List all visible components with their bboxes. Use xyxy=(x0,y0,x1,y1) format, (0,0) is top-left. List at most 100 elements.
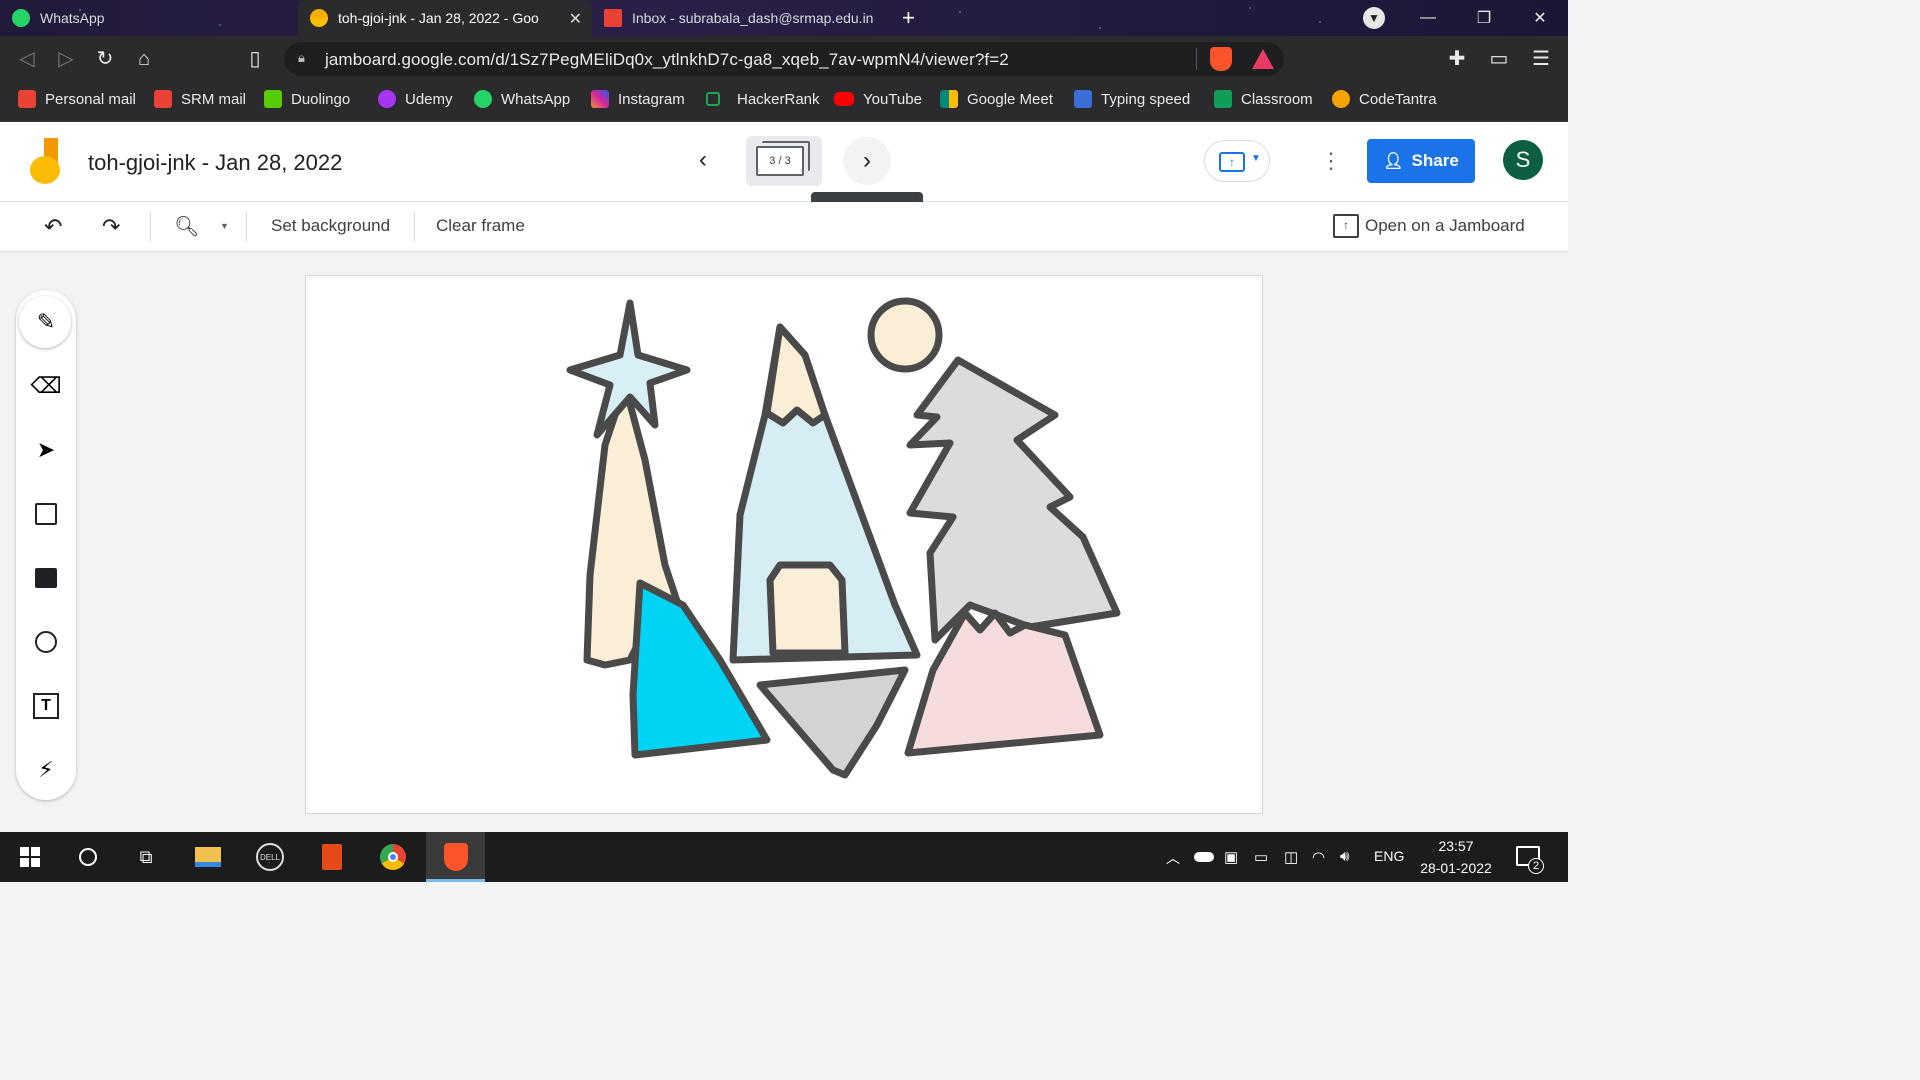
laser-icon[interactable]: ⚡︎ xyxy=(30,754,62,786)
brave-shield-icon[interactable] xyxy=(1210,47,1232,71)
home-icon[interactable]: ⌂ xyxy=(131,46,157,72)
present-button[interactable]: ↑ ▼ xyxy=(1204,140,1270,182)
codetantra-icon xyxy=(1332,90,1350,108)
gray-triangle-shape xyxy=(756,666,909,779)
eraser-icon[interactable]: ⌫ xyxy=(30,370,62,402)
bookmark-srm-mail[interactable]: SRM mail xyxy=(154,88,246,110)
clock-date[interactable]: 28-01-2022 xyxy=(1412,860,1500,876)
present-icon: ↑ xyxy=(1219,152,1245,172)
language-indicator[interactable]: ENG xyxy=(1374,848,1404,864)
keyboard-icon xyxy=(1074,90,1092,108)
clear-frame-button[interactable]: Clear frame xyxy=(436,216,525,236)
bookmark-whatsapp[interactable]: WhatsApp xyxy=(474,88,570,110)
extensions-icon[interactable]: ✚ xyxy=(1444,46,1470,72)
gmail-icon xyxy=(604,9,622,27)
notification-count-badge: 2 xyxy=(1528,858,1544,874)
chrome-icon[interactable] xyxy=(377,841,409,873)
duolingo-icon xyxy=(264,90,282,108)
tab-inbox[interactable]: Inbox - subrabala_dash@srmap.edu.in xyxy=(592,0,892,36)
bookmark-typing-speed[interactable]: Typing speed xyxy=(1074,88,1190,110)
security-icon[interactable]: ▣ xyxy=(1224,848,1238,866)
lock-icon: 🔒︎ xyxy=(298,50,305,65)
redo-icon[interactable]: ↷ xyxy=(102,214,120,240)
restore-icon[interactable]: ❐ xyxy=(1458,0,1510,36)
file-explorer-icon[interactable] xyxy=(192,841,224,873)
divider xyxy=(1196,48,1197,70)
reload-icon[interactable]: ↻ xyxy=(92,46,118,72)
gmail-icon xyxy=(18,90,36,108)
task-view-icon[interactable]: ⧉ xyxy=(130,841,162,873)
more-options-icon[interactable]: ⋮ xyxy=(1320,148,1342,174)
wallet-icon[interactable]: ▭ xyxy=(1486,46,1512,72)
office-icon[interactable] xyxy=(316,841,348,873)
frame-bar-button[interactable]: 3 / 3 xyxy=(746,136,822,186)
tab-jamboard[interactable]: toh-gjoi-jnk - Jan 28, 2022 - Goo ✕ xyxy=(298,0,592,36)
bookmark-classroom[interactable]: Classroom xyxy=(1214,88,1313,110)
undo-icon[interactable]: ↶ xyxy=(44,214,62,240)
tab-label: Inbox - subrabala_dash@srmap.edu.in xyxy=(632,10,874,26)
clock-time[interactable]: 23:57 xyxy=(1432,838,1480,854)
back-icon[interactable]: ◁ xyxy=(14,46,40,72)
device-icon[interactable]: ◫ xyxy=(1284,848,1298,866)
zoom-icon[interactable]: 🔍︎ xyxy=(174,214,199,239)
classroom-icon xyxy=(1214,90,1232,108)
jamboard-icon xyxy=(310,9,328,27)
bookmark-icon[interactable]: ▯ xyxy=(242,46,268,72)
windows-start-icon[interactable] xyxy=(14,841,46,873)
tab-whatsapp[interactable]: WhatsApp xyxy=(0,0,298,36)
avatar[interactable]: S xyxy=(1503,140,1543,180)
select-pointer-icon[interactable]: ➤ xyxy=(30,434,62,466)
set-background-button[interactable]: Set background xyxy=(271,216,390,236)
bookmark-google-meet[interactable]: Google Meet xyxy=(940,88,1053,110)
bookmark-youtube[interactable]: YouTube xyxy=(834,88,922,110)
frame-stack-icon xyxy=(762,141,810,171)
bookmark-duolingo[interactable]: Duolingo xyxy=(264,88,350,110)
wifi-icon[interactable]: ◠ xyxy=(1312,848,1325,866)
google-meet-icon xyxy=(940,90,958,108)
mountain-cap-shape xyxy=(763,323,829,427)
bookmark-hackerrank[interactable]: HackerRank xyxy=(706,88,820,110)
udemy-icon xyxy=(378,90,396,108)
image-icon[interactable] xyxy=(30,562,62,594)
divider xyxy=(150,212,151,242)
zoom-dropdown-icon[interactable]: ▼ xyxy=(220,221,229,231)
text-box-icon[interactable]: T xyxy=(30,690,62,722)
minimize-icon[interactable]: — xyxy=(1402,0,1454,36)
sticky-note-icon[interactable] xyxy=(30,498,62,530)
pen-icon[interactable]: ✎ xyxy=(30,306,62,338)
circle-shape-icon[interactable] xyxy=(30,626,62,658)
battery-icon[interactable]: ▭ xyxy=(1254,848,1268,866)
dell-icon[interactable]: DELL xyxy=(254,841,286,873)
url-text[interactable]: jamboard.google.com/d/1Sz7PegMEliDq0x_yt… xyxy=(325,50,1009,70)
moon-shape xyxy=(867,297,943,373)
onedrive-icon[interactable] xyxy=(1194,848,1214,862)
next-frame-button[interactable]: › xyxy=(843,137,891,185)
browser-menu-icon[interactable]: ☰ xyxy=(1528,46,1554,72)
profile-menu-icon[interactable]: ▼ xyxy=(1348,0,1400,36)
forward-icon[interactable]: ▷ xyxy=(53,46,79,72)
jamboard-logo xyxy=(28,138,64,186)
close-window-icon[interactable]: ✕ xyxy=(1514,0,1566,36)
page-title[interactable]: toh-gjoi-jnk - Jan 28, 2022 xyxy=(88,150,342,176)
gmail-icon xyxy=(154,90,172,108)
bookmark-instagram[interactable]: Instagram xyxy=(591,88,685,110)
drawing-layer xyxy=(566,297,1121,779)
brave-browser-icon[interactable] xyxy=(440,841,472,873)
brave-rewards-icon[interactable] xyxy=(1252,49,1274,69)
close-tab-icon[interactable]: ✕ xyxy=(569,9,582,29)
open-on-jamboard-button[interactable]: Open on a Jamboard xyxy=(1365,216,1525,236)
youtube-icon xyxy=(834,92,854,106)
search-icon[interactable] xyxy=(72,841,104,873)
hackerrank-icon xyxy=(706,92,720,106)
show-hidden-icons[interactable]: ︿ xyxy=(1166,848,1180,868)
divider xyxy=(246,212,247,242)
open-on-jamboard-icon: ↑ xyxy=(1333,214,1359,238)
bookmark-udemy[interactable]: Udemy xyxy=(378,88,453,110)
instagram-icon xyxy=(591,90,609,108)
previous-frame-button[interactable]: ‹ xyxy=(690,146,716,176)
bookmark-codetantra[interactable]: CodeTantra xyxy=(1332,88,1437,110)
share-button[interactable]: 👤︎ Share xyxy=(1367,139,1475,183)
new-tab-button[interactable]: + xyxy=(896,0,926,36)
bookmark-personal-mail[interactable]: Personal mail xyxy=(18,88,136,110)
volume-icon[interactable]: 🔊︎ xyxy=(1340,848,1349,865)
